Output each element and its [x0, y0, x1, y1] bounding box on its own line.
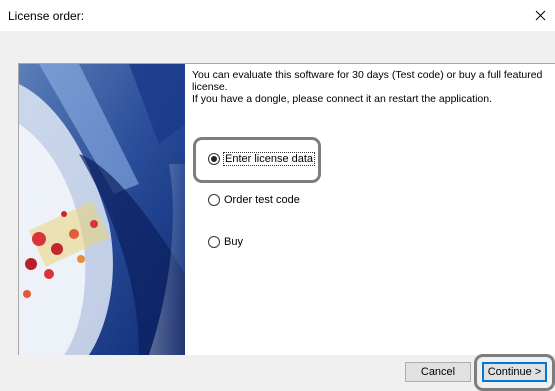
option-order-test-code[interactable]: Order test code [208, 194, 300, 206]
intro-line-3: If you have a dongle, please connect it … [192, 93, 493, 105]
option-label: Buy [224, 236, 243, 248]
close-icon [535, 10, 545, 21]
window-title: License order: [8, 9, 85, 23]
cancel-button[interactable]: Cancel [405, 362, 471, 382]
continue-button[interactable]: Continue > [482, 362, 547, 382]
content-panel: You can evaluate this software for 30 da… [18, 63, 555, 355]
option-label: Enter license data [222, 152, 316, 166]
title-bar: License order: [0, 0, 555, 31]
wizard-illustration [19, 64, 185, 355]
intro-line-2: license. [192, 81, 228, 93]
close-button[interactable] [525, 0, 555, 31]
radio-unchecked-icon[interactable] [208, 236, 220, 248]
radio-unchecked-icon[interactable] [208, 194, 220, 206]
intro-text: You can evaluate this software for 30 da… [192, 69, 547, 105]
option-label: Order test code [224, 194, 300, 206]
option-buy[interactable]: Buy [208, 236, 243, 248]
option-enter-license-data[interactable]: Enter license data [208, 152, 316, 166]
radio-checked-icon[interactable] [208, 153, 220, 165]
intro-line-1: You can evaluate this software for 30 da… [192, 69, 543, 81]
